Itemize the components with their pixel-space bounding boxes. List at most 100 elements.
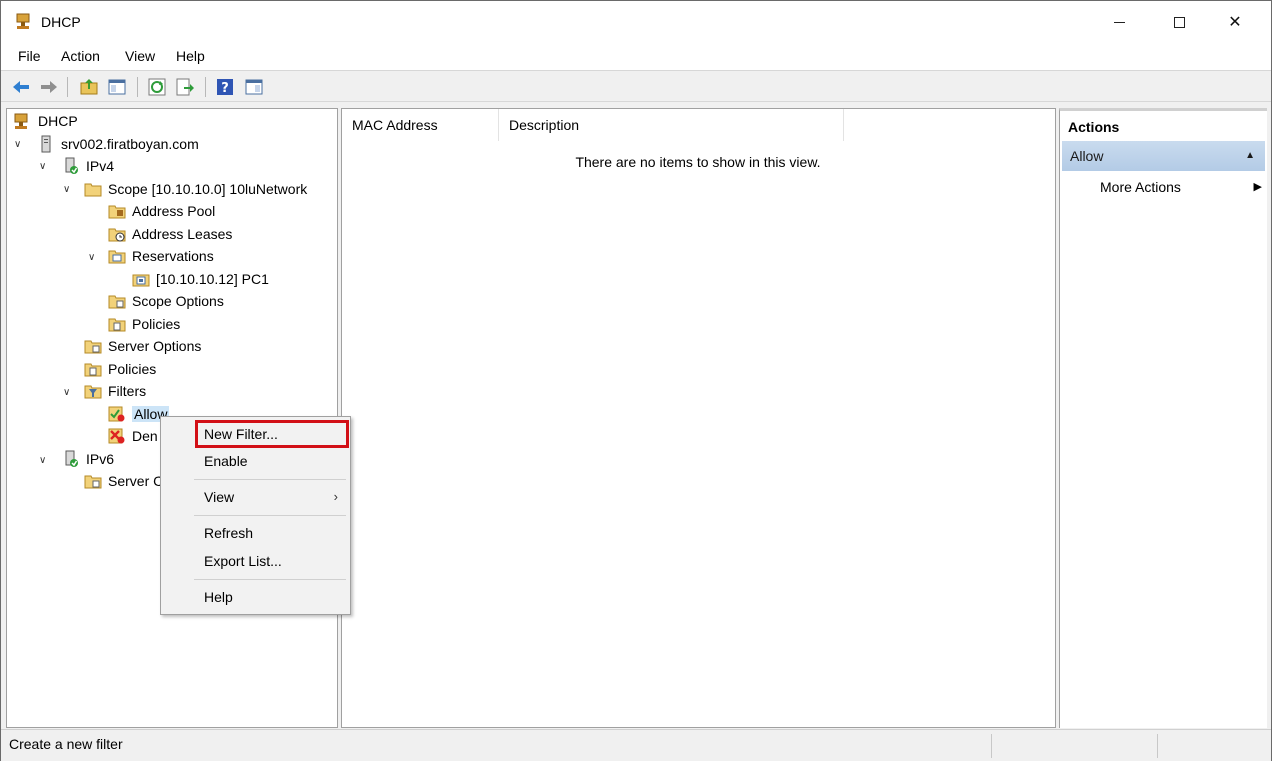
- ipv4-icon: [65, 157, 78, 174]
- menu-action[interactable]: Action: [61, 48, 100, 64]
- close-button[interactable]: ✕: [1207, 1, 1263, 43]
- dhcp-icon: [14, 113, 28, 129]
- column-header-label: Description: [509, 117, 580, 133]
- empty-list-message: There are no items to show in this view.: [575, 154, 821, 170]
- tree-label: Scope [10.10.10.0] 10luNetwork: [108, 181, 308, 197]
- back-icon[interactable]: [11, 77, 31, 97]
- tree-item-ipv6-server-options[interactable]: Server C: [84, 470, 163, 492]
- tree-item-server-options[interactable]: Server Options: [84, 335, 201, 357]
- server-icon: [41, 135, 51, 153]
- tree-item-policies[interactable]: Policies: [84, 358, 156, 380]
- tree-item-reservations[interactable]: Reservations: [108, 245, 214, 267]
- show-hide-action-pane-icon[interactable]: [244, 77, 264, 97]
- chevron-down-icon[interactable]: ∨: [14, 139, 24, 150]
- policies-icon: [84, 363, 102, 377]
- chevron-down-icon[interactable]: ∨: [39, 455, 49, 466]
- result-pane: MAC Address Description There are no ite…: [341, 108, 1056, 728]
- tree-label: Server C: [108, 473, 164, 489]
- chevron-down-icon[interactable]: ∨: [88, 252, 98, 263]
- status-divider: [1157, 734, 1158, 758]
- tree-item-ipv4[interactable]: IPv4: [62, 155, 114, 177]
- window-title: DHCP: [41, 14, 81, 30]
- export-list-icon[interactable]: [175, 77, 195, 97]
- tree-label: Filters: [108, 383, 147, 399]
- folder-icon: [84, 183, 102, 197]
- menu-item-view[interactable]: View ›: [163, 484, 348, 510]
- ipv6-icon: [65, 450, 78, 467]
- chevron-down-icon[interactable]: ∨: [63, 184, 73, 195]
- chevron-down-icon[interactable]: ∨: [63, 387, 73, 398]
- minimize-icon: [1113, 21, 1125, 23]
- actions-title: Actions: [1068, 119, 1120, 135]
- column-header-mac-address[interactable]: MAC Address: [342, 109, 499, 141]
- address-leases-icon: [108, 228, 126, 242]
- tree-label: IPv4: [86, 158, 115, 174]
- server-options-icon: [84, 340, 102, 354]
- menu-view[interactable]: View: [125, 48, 155, 64]
- actions-group-allow[interactable]: Allow ▲: [1062, 141, 1265, 171]
- toolbar-separator: [67, 77, 68, 97]
- tree-label: Den: [132, 428, 158, 444]
- chevron-down-icon[interactable]: ∨: [39, 161, 49, 172]
- tree-item-address-pool[interactable]: Address Pool: [108, 200, 215, 222]
- menu-help[interactable]: Help: [176, 48, 205, 64]
- tree-label: [10.10.10.12] PC1: [156, 271, 269, 287]
- show-hide-tree-icon[interactable]: [107, 77, 127, 97]
- up-folder-icon[interactable]: [79, 77, 99, 97]
- submenu-arrow-icon: ▶: [1253, 181, 1262, 193]
- status-divider: [991, 734, 992, 758]
- reservation-icon: [132, 274, 150, 287]
- actions-group-label: Allow: [1070, 148, 1104, 164]
- collapse-caret-icon[interactable]: ▲: [1245, 141, 1255, 171]
- dhcp-app-icon: [16, 13, 30, 29]
- toolbar-separator: [205, 77, 206, 97]
- menu-item-export-list[interactable]: Export List...: [163, 548, 348, 574]
- tree-label: Address Leases: [132, 226, 233, 242]
- tree-item-ipv6[interactable]: IPv6: [62, 448, 114, 470]
- column-header-description[interactable]: Description: [499, 109, 844, 141]
- menu-separator: [194, 579, 346, 580]
- minimize-button[interactable]: [1091, 1, 1147, 43]
- menu-item-new-filter[interactable]: New Filter...: [163, 421, 348, 447]
- actions-pane: Actions Allow ▲ More Actions ▶: [1059, 108, 1267, 728]
- refresh-icon[interactable]: [147, 77, 167, 97]
- toolbar: ?: [1, 72, 1271, 102]
- column-header-label: MAC Address: [352, 117, 438, 133]
- tree-label: Policies: [108, 361, 157, 377]
- policies-icon: [108, 318, 126, 332]
- tree-label: Address Pool: [132, 203, 216, 219]
- tree-item-deny[interactable]: Den: [108, 425, 158, 447]
- tree-label: IPv6: [86, 451, 115, 467]
- menu-item-refresh[interactable]: Refresh: [163, 520, 348, 546]
- maximize-icon: [1173, 16, 1185, 28]
- help-icon[interactable]: ?: [215, 77, 235, 97]
- tree-label: Policies: [132, 316, 181, 332]
- tree-item-address-leases[interactable]: Address Leases: [108, 223, 232, 245]
- svg-text:?: ?: [221, 81, 229, 96]
- tree-item-scope-policies[interactable]: Policies: [108, 313, 180, 335]
- tree-label: srv002.firatboyan.com: [61, 136, 199, 152]
- menu-item-help[interactable]: Help: [163, 584, 348, 610]
- tree-item-scope-options[interactable]: Scope Options: [108, 290, 224, 312]
- dhcp-window: DHCP ✕ File Action View Help ? DHCP ∨ sr: [0, 0, 1272, 761]
- deny-filter-icon: [108, 428, 125, 444]
- status-bar: Create a new filter: [1, 729, 1271, 761]
- menu-bar: File Action View Help: [1, 43, 1271, 71]
- tree-item-scope[interactable]: Scope [10.10.10.0] 10luNetwork: [84, 178, 307, 200]
- status-text: Create a new filter: [9, 736, 123, 752]
- maximize-button[interactable]: [1151, 1, 1207, 43]
- menu-item-label: View: [204, 489, 235, 505]
- tree-item-dhcp[interactable]: DHCP: [12, 110, 78, 132]
- server-options-icon: [84, 475, 102, 489]
- tree-label: Server Options: [108, 338, 202, 354]
- forward-icon[interactable]: [39, 77, 59, 97]
- tree-item-filters[interactable]: Filters: [84, 380, 146, 402]
- tree-item-server[interactable]: srv002.firatboyan.com: [37, 133, 199, 155]
- menu-item-enable[interactable]: Enable: [163, 448, 348, 474]
- scope-options-icon: [108, 295, 126, 309]
- menu-file[interactable]: File: [18, 48, 41, 64]
- tree-label: DHCP: [38, 113, 78, 129]
- tree-item-reservation-pc1[interactable]: [10.10.10.12] PC1: [132, 268, 269, 290]
- more-actions-item[interactable]: More Actions ▶: [1100, 176, 1262, 198]
- menu-separator: [194, 479, 346, 480]
